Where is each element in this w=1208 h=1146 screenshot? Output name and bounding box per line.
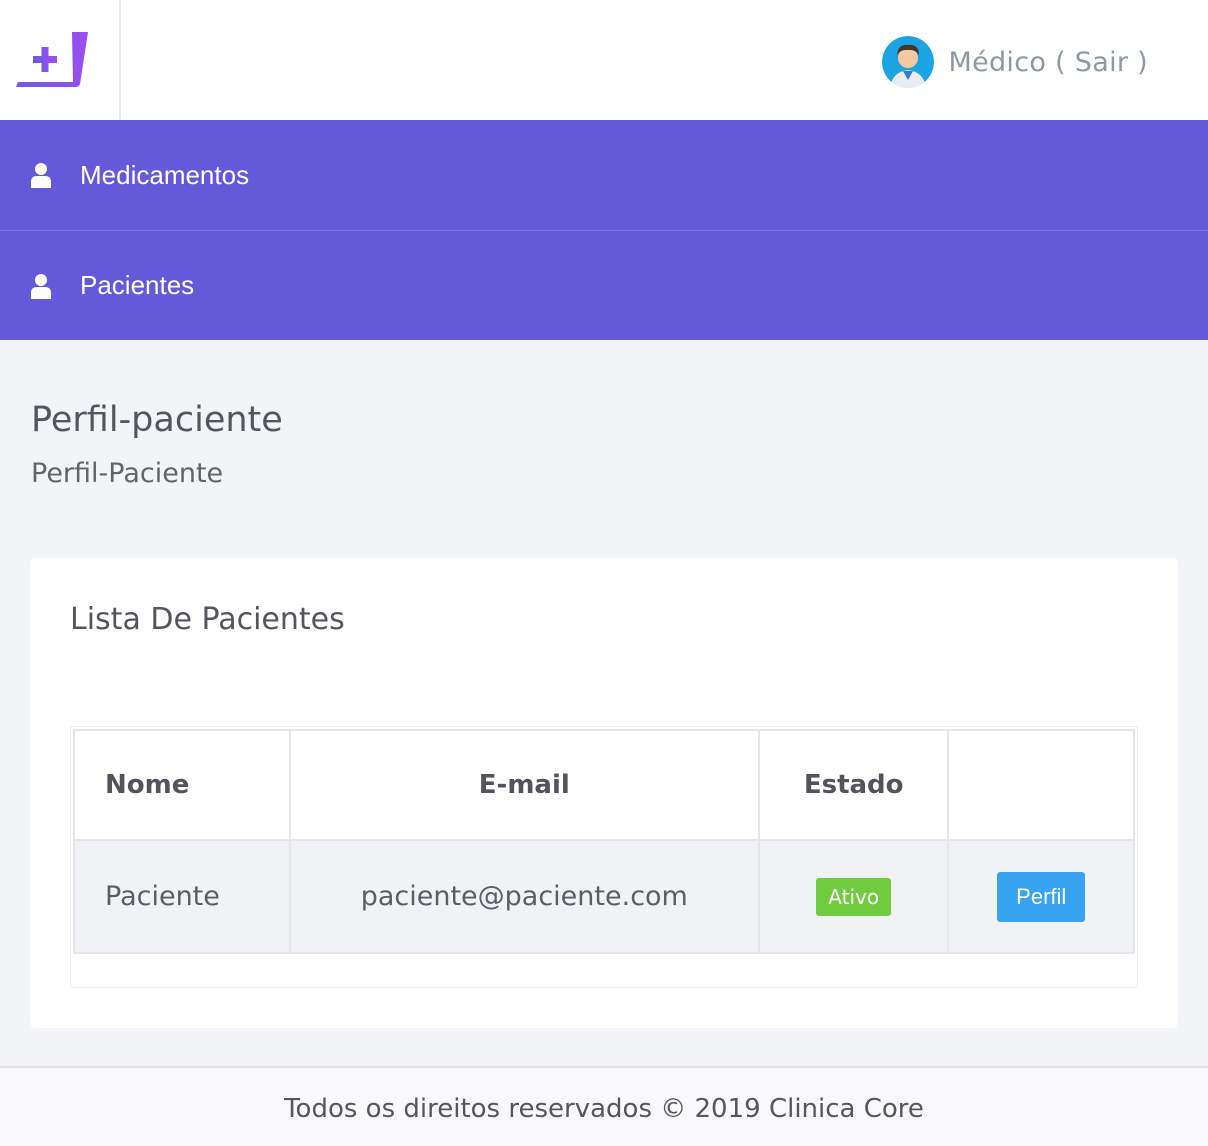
breadcrumb: Perfil-Paciente — [31, 458, 224, 489]
column-header-email: E-mail — [288, 729, 760, 841]
patients-table-wrapper: Nome E-mail Estado Paciente paciente@pac… — [70, 726, 1138, 988]
column-header-actions — [947, 729, 1135, 841]
table-header-row: Nome E-mail Estado — [73, 729, 1135, 841]
page-title: Perfil-paciente — [31, 400, 283, 440]
user-icon — [31, 273, 51, 299]
table-row: Paciente paciente@paciente.com Ativo Per… — [73, 839, 1135, 954]
patients-card: Lista De Pacientes Nome E-mail Estado Pa… — [30, 558, 1178, 1028]
clinic-logo-icon — [16, 32, 88, 87]
cell-actions: Perfil — [947, 839, 1135, 954]
column-header-nome: Nome — [73, 729, 291, 841]
user-menu[interactable]: Médico ( Sair ) — [882, 34, 1148, 90]
nav-item-label: Medicamentos — [80, 159, 250, 190]
user-logout-link[interactable]: Médico ( Sair ) — [948, 47, 1148, 78]
card-title: Lista De Pacientes — [70, 602, 345, 637]
nav-item-medicamentos[interactable]: Medicamentos — [0, 120, 1208, 230]
cell-email: paciente@paciente.com — [288, 839, 760, 954]
logo[interactable] — [0, 0, 121, 120]
footer: Todos os direitos reservados © 2019 Clin… — [0, 1066, 1208, 1146]
top-header: Médico ( Sair ) — [0, 0, 1208, 120]
status-badge: Ativo — [816, 877, 892, 916]
cell-estado: Ativo — [757, 839, 950, 954]
nav-item-label: Pacientes — [80, 270, 195, 300]
patients-table: Nome E-mail Estado Paciente paciente@pac… — [73, 729, 1135, 954]
perfil-button[interactable]: Perfil — [997, 871, 1086, 922]
nav-item-pacientes[interactable]: Pacientes — [0, 230, 1208, 340]
column-header-estado: Estado — [757, 729, 950, 841]
footer-copyright: Todos os direitos reservados © 2019 Clin… — [284, 1094, 924, 1124]
cell-nome: Paciente — [73, 839, 291, 954]
main-nav: Medicamentos Pacientes — [0, 120, 1208, 340]
user-icon — [31, 163, 51, 188]
doctor-avatar-icon — [882, 36, 935, 88]
